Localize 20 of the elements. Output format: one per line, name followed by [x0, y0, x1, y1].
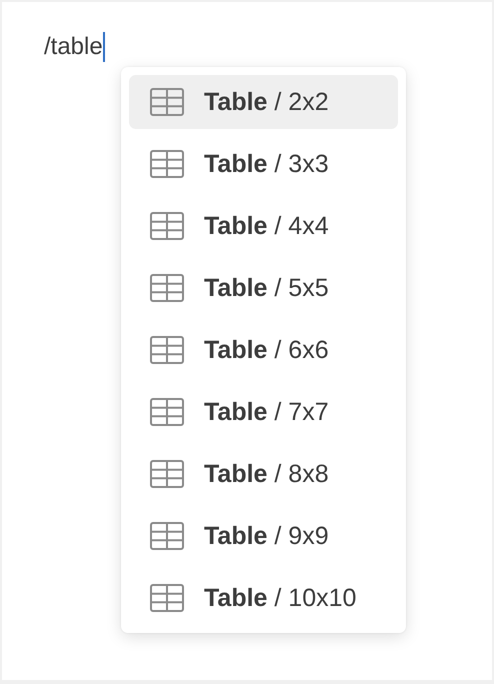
table-icon: [150, 336, 184, 364]
table-icon: [150, 274, 184, 302]
table-icon: [150, 398, 184, 426]
table-icon: [150, 522, 184, 550]
menu-item[interactable]: Table / 4x4: [129, 199, 398, 253]
text-cursor: [102, 32, 105, 62]
menu-item[interactable]: Table / 9x9: [129, 509, 398, 563]
table-icon: [150, 584, 184, 612]
menu-item[interactable]: Table / 3x3: [129, 137, 398, 191]
menu-item[interactable]: Table / 8x8: [129, 447, 398, 501]
editor-text[interactable]: /table: [44, 30, 103, 64]
menu-item[interactable]: Table / 7x7: [129, 385, 398, 439]
menu-item[interactable]: Table / 2x2: [129, 75, 398, 129]
table-icon: [150, 88, 184, 116]
menu-item[interactable]: Table / 10x10: [129, 571, 398, 625]
table-icon: [150, 150, 184, 178]
table-icon: [150, 460, 184, 488]
menu-item[interactable]: Table / 5x5: [129, 261, 398, 315]
menu-item[interactable]: Table / 6x6: [129, 323, 398, 377]
table-icon: [150, 212, 184, 240]
